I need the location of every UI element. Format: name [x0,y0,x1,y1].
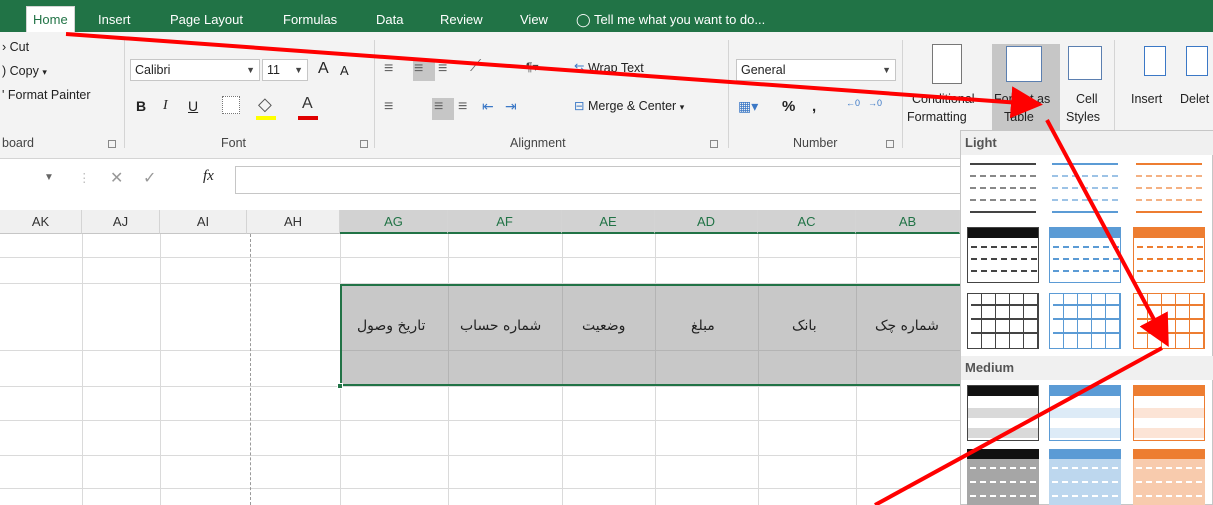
arrow-home-to-format-as-table [65,32,1043,119]
arrow-back-to-range [874,346,1163,505]
arrow-to-selected-style [1045,119,1169,348]
annotation-arrows [65,32,1169,505]
excel-window: Home Insert Page Layout Formulas Data Re… [0,0,1213,505]
